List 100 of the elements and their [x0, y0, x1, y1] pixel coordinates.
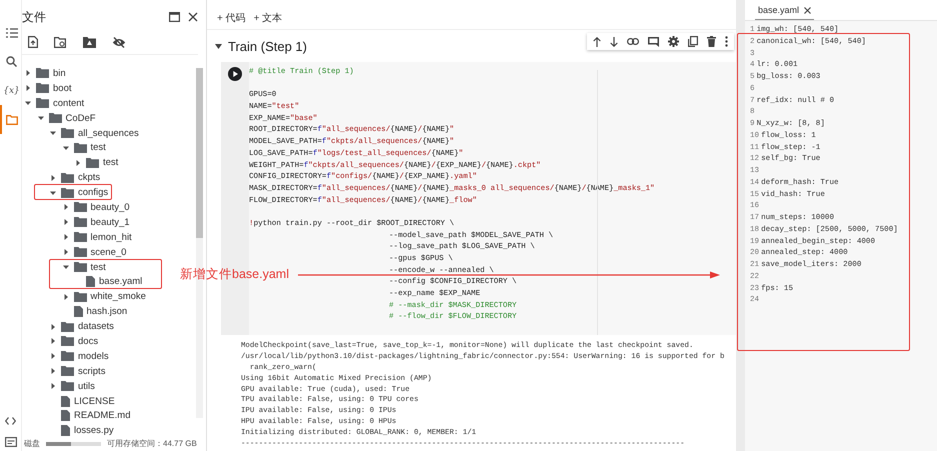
hidden-eye-icon[interactable] [112, 36, 126, 48]
tree-item[interactable]: losses.py [74, 425, 114, 436]
tree-item[interactable]: content [53, 98, 84, 109]
caret-right-icon[interactable] [62, 219, 68, 226]
tree-item[interactable]: docs [78, 336, 98, 347]
folder-icon [74, 292, 86, 302]
tree-item[interactable]: models [78, 350, 109, 362]
caret-down-icon[interactable] [62, 144, 68, 151]
tree-item[interactable]: ckpts [78, 172, 100, 184]
tree-item[interactable]: CoDeF [66, 112, 96, 124]
file-icon [61, 396, 70, 407]
caret-down-icon[interactable] [50, 190, 56, 196]
tree-item[interactable]: boot [53, 82, 72, 94]
file-icon [74, 306, 82, 318]
panel-title: 文件 [22, 8, 46, 26]
folder-icon [61, 381, 74, 392]
caret-right-icon[interactable] [62, 234, 68, 240]
settings-icon[interactable] [668, 36, 679, 47]
folder-icon [61, 128, 74, 138]
folder-icon [61, 366, 74, 376]
caret-right-icon[interactable] [50, 174, 56, 181]
variables-icon[interactable]: {x} [3, 86, 20, 96]
caret-right-icon[interactable] [62, 204, 68, 210]
mirror-cell-icon[interactable] [688, 36, 698, 47]
add-cell-button[interactable]: + 代码 [217, 10, 246, 24]
caret-right-icon[interactable] [75, 160, 81, 166]
folder-icon [74, 217, 86, 228]
splitter-bar[interactable] [736, 0, 745, 451]
more-icon[interactable] [725, 36, 728, 47]
annotation-text: 新增文件base.yaml [180, 266, 289, 283]
menu-icon[interactable] [6, 28, 18, 38]
folder-icon [36, 83, 49, 94]
tree-item[interactable]: datasets [78, 321, 114, 332]
upload-file-icon[interactable] [28, 36, 38, 48]
caret-right-icon[interactable] [62, 294, 68, 300]
comment-icon[interactable] [648, 36, 659, 46]
folder-icon [74, 247, 86, 258]
folder-icon [61, 336, 74, 346]
disk-label: 磁盘 [24, 438, 40, 449]
tree-item[interactable]: test [90, 142, 106, 154]
tree-item[interactable]: hash.json [86, 306, 128, 318]
folder-icon [36, 98, 49, 108]
tree-item[interactable]: all_sequences [78, 128, 139, 138]
tab-label[interactable]: base.yaml [758, 5, 800, 15]
file-icon [61, 410, 70, 422]
caret-right-icon[interactable] [50, 338, 56, 344]
caret-down-icon[interactable] [38, 115, 44, 122]
arrow-up-icon[interactable] [593, 36, 601, 46]
arrow-down-icon[interactable] [610, 36, 618, 46]
tree-item[interactable]: beauty_1 [90, 216, 130, 228]
tree-item[interactable]: test [90, 262, 106, 273]
tree-item[interactable]: scripts [78, 366, 106, 377]
tree-item[interactable]: scene_0 [90, 246, 126, 258]
file-icon [61, 425, 70, 436]
folder-icon [61, 322, 74, 332]
tree-item[interactable]: test [103, 157, 118, 168]
folder-icon[interactable] [6, 114, 18, 124]
caret-right-icon[interactable] [50, 383, 56, 390]
caret-right-icon[interactable] [50, 353, 56, 360]
window-icon[interactable] [169, 12, 180, 22]
caret-right-icon[interactable] [50, 368, 56, 374]
caret-right-icon[interactable] [50, 324, 56, 330]
folder-icon [74, 142, 86, 153]
add-cell-button[interactable]: + 文本 [254, 10, 282, 24]
caret-down-icon[interactable] [25, 100, 31, 106]
file-icon [86, 276, 95, 288]
trash-icon[interactable] [707, 36, 716, 47]
tree-item[interactable]: configs [78, 187, 108, 198]
cell-title: Train (Step 1) [228, 38, 307, 54]
folder-icon [86, 158, 99, 168]
tree-item[interactable]: white_smoke [90, 291, 146, 302]
folder-icon [61, 351, 74, 362]
link-icon[interactable] [627, 38, 639, 45]
caret-right-icon[interactable] [25, 85, 31, 92]
tree-item[interactable]: bin [53, 68, 66, 79]
refresh-folder-icon[interactable] [54, 36, 67, 48]
tree-item[interactable]: utils [78, 380, 95, 392]
tree-item[interactable]: LICENSE [74, 396, 115, 407]
disk-usage-bar [46, 442, 101, 446]
tree-item[interactable]: base.yaml [99, 276, 142, 288]
close-icon[interactable] [188, 12, 198, 22]
caret-right-icon[interactable] [62, 249, 68, 256]
folder-icon [74, 202, 86, 212]
tree-item[interactable]: lemon_hit [90, 232, 132, 243]
tree-item[interactable]: beauty_0 [90, 202, 130, 213]
search-icon[interactable] [6, 56, 17, 67]
storage-text: 可用存储空间：44.77 GB [107, 438, 197, 449]
tree-item[interactable]: README.md [74, 410, 130, 422]
caret-down-icon[interactable] [62, 264, 68, 270]
code-icon[interactable] [5, 417, 16, 425]
folder-icon [61, 188, 74, 198]
caret-down-icon[interactable] [50, 130, 56, 136]
folder-icon [74, 232, 86, 242]
caret-right-icon[interactable] [25, 70, 31, 76]
folder-icon [61, 172, 74, 183]
caret-down-icon[interactable] [215, 44, 222, 48]
drive-folder-icon[interactable] [83, 36, 96, 48]
run-button-icon[interactable] [228, 67, 242, 81]
terminal-icon[interactable] [4, 437, 16, 447]
close-icon[interactable] [804, 6, 812, 14]
